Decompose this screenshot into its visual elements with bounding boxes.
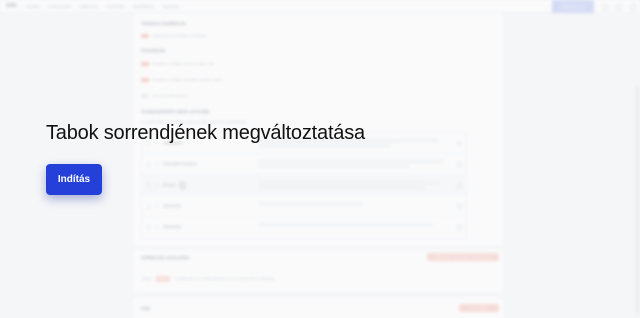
tour-overlay: Tabok sorrendjének megváltoztatása Indít… — [0, 0, 640, 318]
start-button[interactable]: Indítás — [46, 164, 102, 195]
tour-title: Tabok sorrendjének megváltoztatása — [46, 122, 365, 144]
